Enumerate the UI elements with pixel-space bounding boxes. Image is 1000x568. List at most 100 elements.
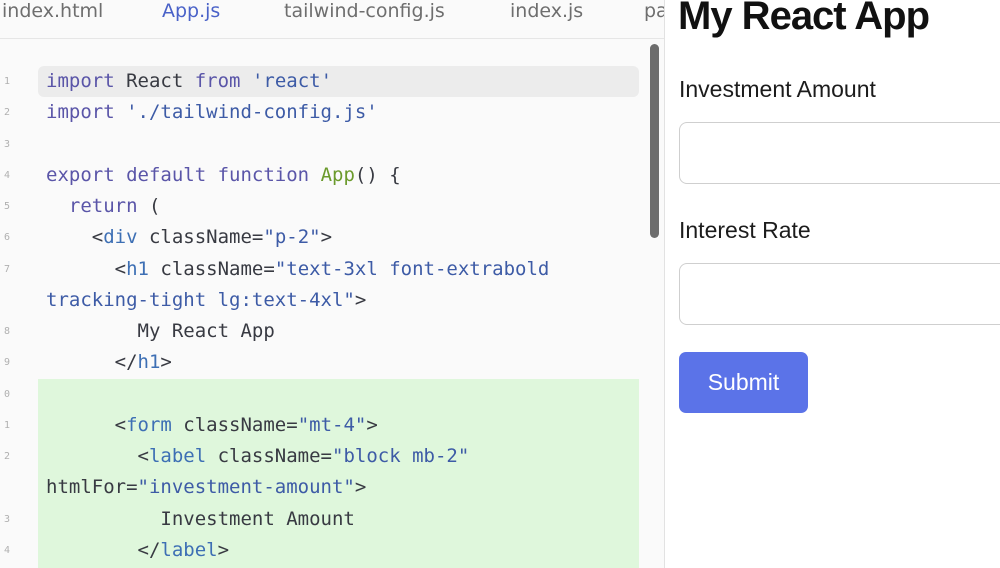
code-line[interactable]: 6 <div className="p-2"> bbox=[0, 222, 640, 253]
line-number: 5 bbox=[3, 201, 10, 212]
code-line[interactable]: 1 <form className="mt-4"> bbox=[0, 410, 640, 441]
code-line[interactable]: 4 export default function App() { bbox=[0, 160, 640, 191]
line-number: 4 bbox=[3, 544, 10, 556]
interest-rate-input[interactable] bbox=[679, 263, 1000, 325]
code-token: className= bbox=[206, 445, 332, 467]
tab-index-html[interactable]: index.html bbox=[2, 0, 103, 26]
line-text: My React App bbox=[46, 316, 275, 347]
code-token: </ bbox=[46, 351, 138, 374]
line-number: 7 bbox=[3, 263, 10, 275]
code-line[interactable]: 7 <h1 className="text-3xl font-extrabold bbox=[0, 254, 640, 285]
code-token: import bbox=[46, 101, 115, 124]
code-token: > bbox=[354, 476, 367, 499]
tab-truncated[interactable]: pa bbox=[644, 0, 664, 26]
code-line[interactable]: 4 </label> bbox=[0, 535, 640, 566]
code-token: form bbox=[126, 413, 172, 436]
line-text: </h1> bbox=[46, 347, 172, 378]
code-token: > bbox=[320, 226, 333, 249]
interest-rate-label: Interest Rate bbox=[679, 217, 811, 243]
line-number: 0 bbox=[3, 388, 10, 400]
code-token: label bbox=[148, 445, 207, 467]
line-number: 2 bbox=[3, 451, 10, 462]
line-text: <label className="block mb-2" bbox=[46, 441, 470, 472]
line-text: <div className="p-2"> bbox=[46, 222, 332, 253]
file-tab-bar: index.html App.js tailwind-config.js ind… bbox=[0, 0, 664, 39]
code-token: "investment-amount" bbox=[137, 476, 355, 499]
tab-tailwind-config-js[interactable]: tailwind-config.js bbox=[284, 0, 445, 26]
code-token: "mt-4" bbox=[297, 413, 367, 436]
editor-scrollbar[interactable] bbox=[650, 44, 659, 238]
code-editor[interactable]: index.html App.js tailwind-config.js ind… bbox=[0, 0, 664, 568]
investment-amount-input[interactable] bbox=[679, 122, 1000, 184]
code-token: className= bbox=[171, 413, 298, 436]
code-token: export default function bbox=[46, 163, 310, 186]
code-token: </ bbox=[46, 538, 161, 561]
code-line[interactable]: 5 return ( bbox=[0, 191, 640, 222]
code-token: className= bbox=[148, 257, 275, 280]
code-token: label bbox=[160, 538, 218, 561]
code-token: 'react' bbox=[251, 70, 333, 92]
code-token: "p-2" bbox=[263, 226, 321, 249]
code-token: div bbox=[103, 226, 138, 249]
code-token: App bbox=[320, 163, 355, 186]
code-token: My React App bbox=[46, 320, 275, 342]
line-text: <h1 className="text-3xl font-extrabold bbox=[46, 254, 550, 285]
code-token: React bbox=[114, 70, 195, 92]
code-line[interactable]: 2 import './tailwind-config.js' bbox=[0, 97, 640, 128]
line-text: htmlFor="investment-amount"> bbox=[46, 472, 366, 503]
code-line[interactable]: htmlFor="investment-amount"> bbox=[0, 472, 640, 503]
line-number: 3 bbox=[3, 138, 10, 150]
line-number: 2 bbox=[3, 107, 10, 119]
code-token: "text-3xl font-extrabold bbox=[274, 257, 550, 280]
code-token: > bbox=[217, 538, 230, 561]
code-line[interactable]: 9 </h1> bbox=[0, 347, 640, 378]
code-token: Investment Amount bbox=[46, 507, 355, 530]
code-line[interactable]: tracking-tight lg:text-4xl"> bbox=[0, 285, 640, 316]
line-text: import React from 'react' bbox=[46, 66, 332, 97]
code-token: from bbox=[194, 70, 241, 92]
line-text: import './tailwind-config.js' bbox=[46, 97, 378, 128]
code-line[interactable]: 0 bbox=[0, 379, 640, 410]
tab-index-js[interactable]: index.js bbox=[510, 0, 583, 26]
preview-pane: My React App Investment Amount Interest … bbox=[664, 0, 1000, 568]
code-token: > bbox=[160, 351, 172, 374]
code-token: return bbox=[68, 195, 138, 217]
code-token: < bbox=[46, 257, 127, 280]
line-text: <form className="mt-4"> bbox=[46, 410, 378, 441]
code-token: > bbox=[366, 413, 378, 436]
line-number: 6 bbox=[3, 232, 10, 244]
code-line[interactable]: 8 My React App bbox=[0, 316, 640, 347]
code-line[interactable]: 1 import React from 'react' bbox=[0, 66, 640, 97]
line-number: 3 bbox=[3, 513, 10, 525]
tab-app-js[interactable]: App.js bbox=[162, 0, 220, 26]
code-token: "block mb-2" bbox=[332, 445, 470, 467]
submit-button[interactable]: Submit bbox=[679, 352, 808, 413]
line-text: return ( bbox=[46, 191, 161, 222]
code-token: './tailwind-config.js' bbox=[126, 101, 378, 124]
code-token: ( bbox=[137, 195, 161, 217]
code-token: < bbox=[46, 226, 104, 249]
code-token: h1 bbox=[126, 257, 149, 280]
code-line[interactable]: 3 Investment Amount bbox=[0, 504, 640, 535]
line-text: Investment Amount bbox=[46, 504, 355, 535]
line-number: 9 bbox=[3, 357, 10, 369]
code-token: < bbox=[46, 413, 127, 436]
line-text: export default function App() { bbox=[46, 160, 401, 191]
code-token: htmlFor= bbox=[46, 476, 138, 499]
line-number: 4 bbox=[3, 169, 10, 181]
line-number: 1 bbox=[3, 76, 10, 87]
code-token: () { bbox=[354, 163, 401, 186]
line-number: 1 bbox=[3, 419, 10, 431]
code-line[interactable]: 3 bbox=[0, 129, 640, 160]
investment-amount-label: Investment Amount bbox=[679, 76, 876, 102]
page-title: My React App bbox=[678, 0, 930, 38]
code-token: > bbox=[354, 288, 367, 311]
code-line[interactable]: 2 <label className="block mb-2" bbox=[0, 441, 640, 472]
line-number: 8 bbox=[3, 326, 10, 337]
code-token: import bbox=[46, 70, 115, 92]
line-text: tracking-tight lg:text-4xl"> bbox=[46, 285, 366, 316]
